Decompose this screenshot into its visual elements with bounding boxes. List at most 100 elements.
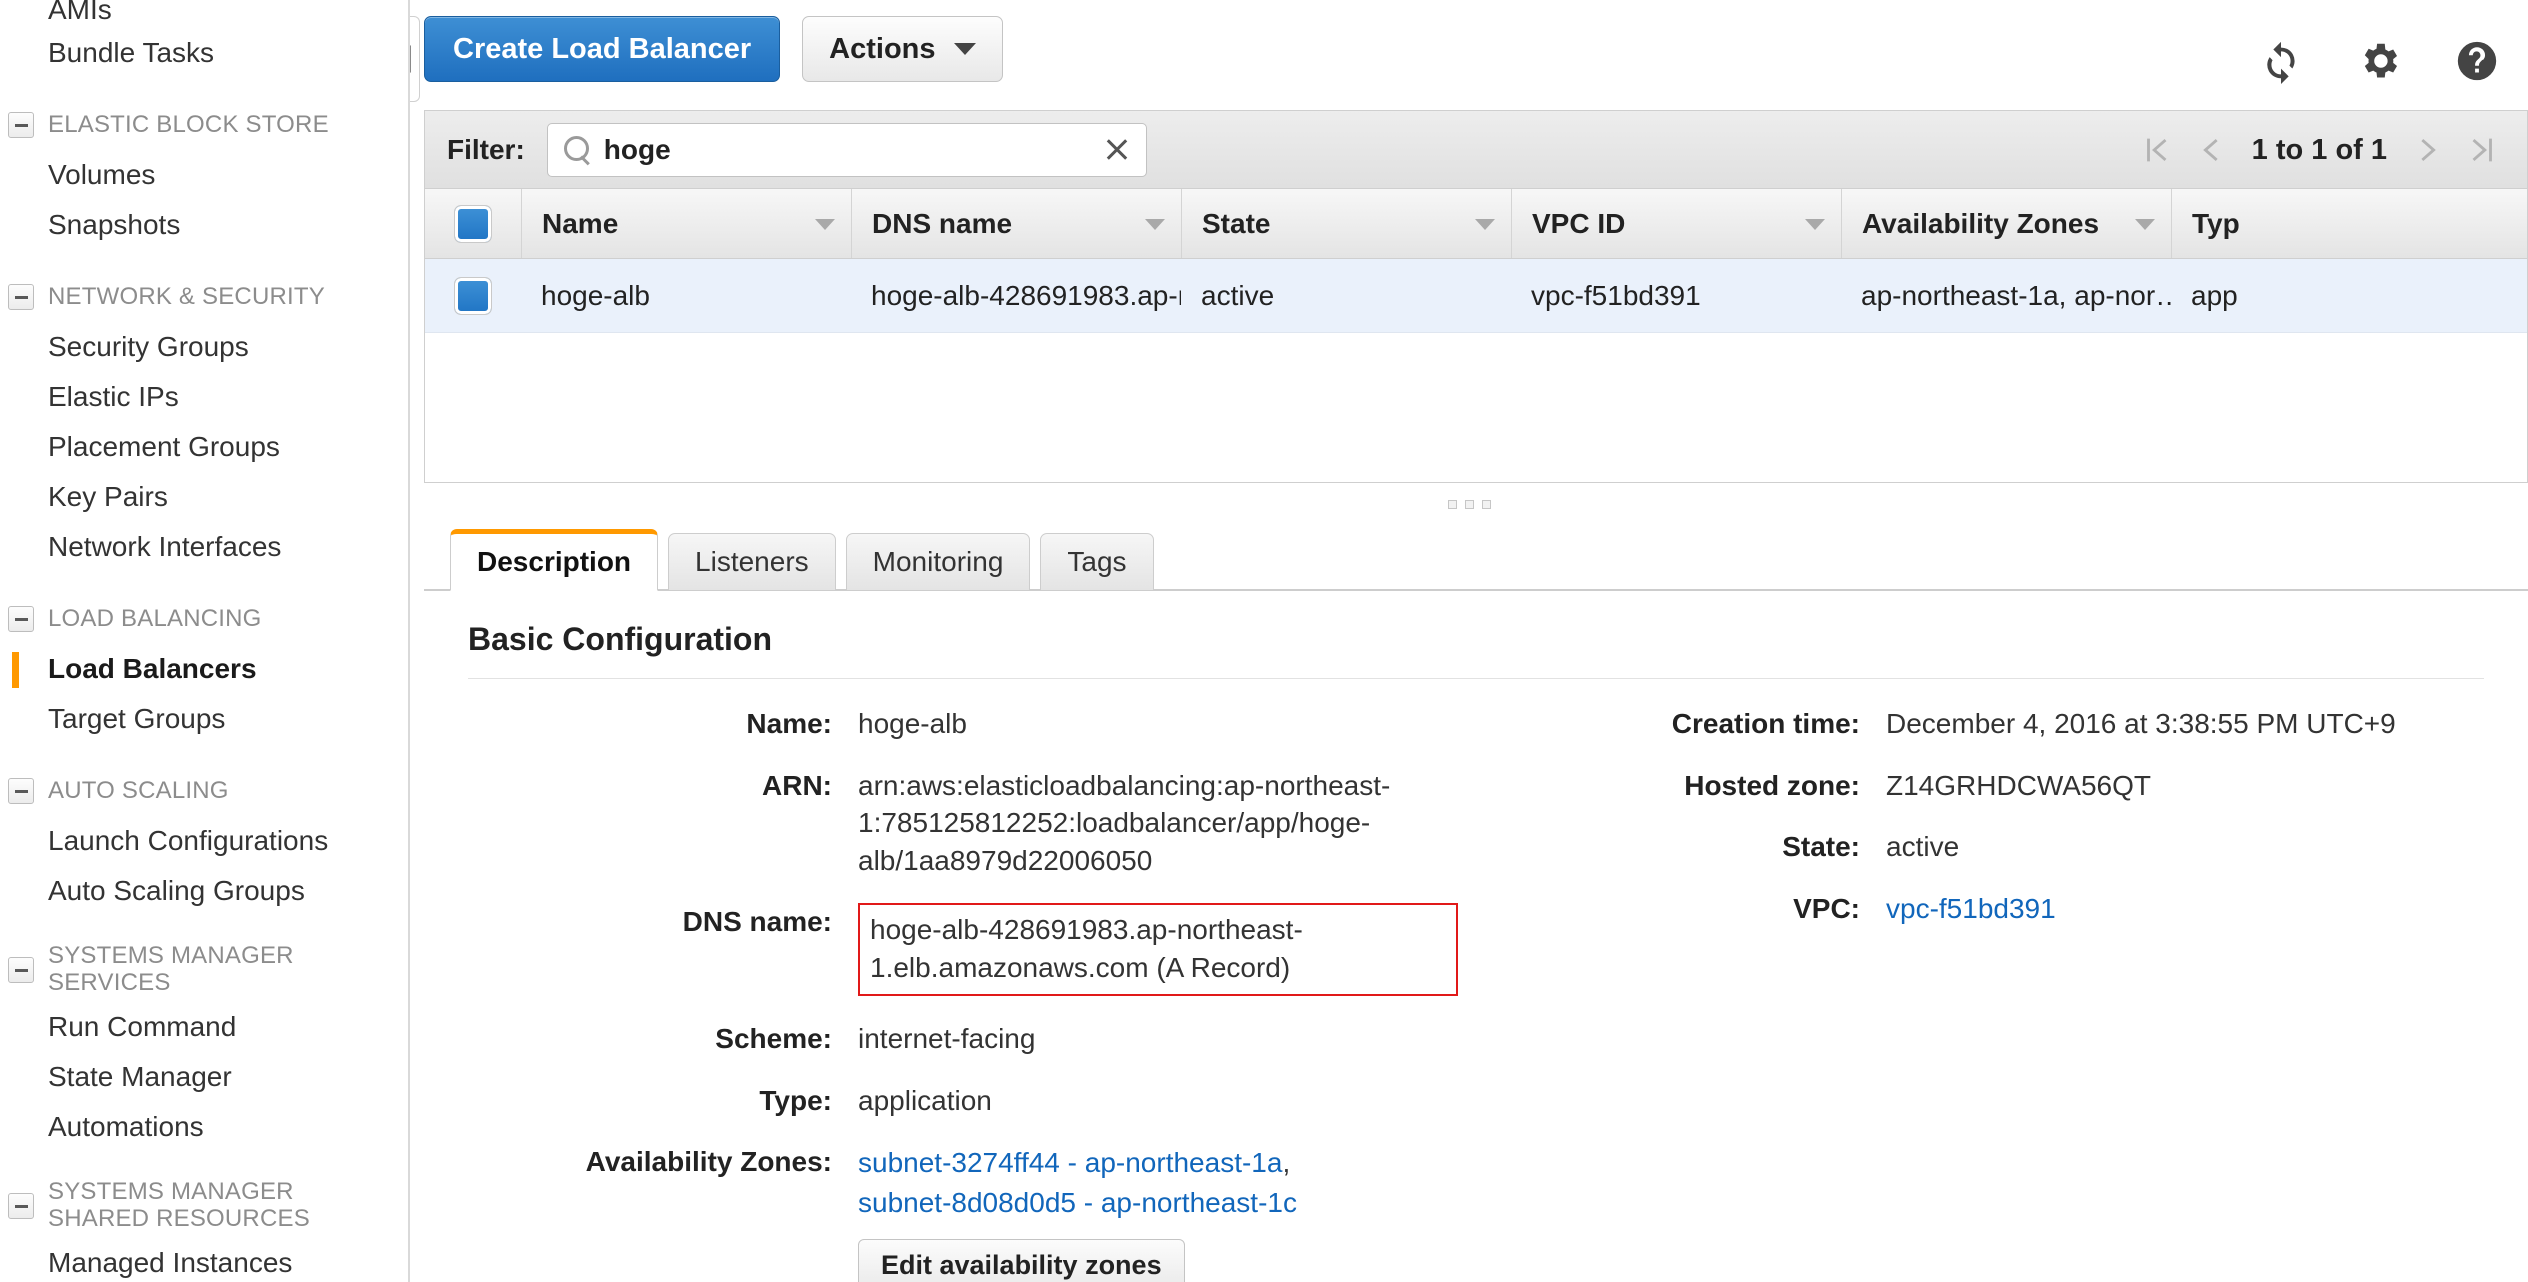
gear-icon[interactable]	[2356, 38, 2402, 84]
sidebar-item-load-balancers[interactable]: Load Balancers	[0, 644, 408, 694]
filter-bar: Filter: 1 to 1 of 1	[424, 110, 2528, 188]
sidebar-item-state-manager[interactable]: State Manager	[0, 1052, 408, 1102]
prev-page-button[interactable]	[2184, 123, 2238, 177]
sidebar-group-auto-scaling[interactable]: AUTO SCALING	[0, 766, 408, 816]
column-header-dns[interactable]: DNS name	[851, 189, 1181, 258]
refresh-icon[interactable]	[2258, 38, 2304, 84]
clear-search-icon[interactable]	[1100, 133, 1134, 167]
next-page-button[interactable]	[2401, 123, 2455, 177]
sidebar-item-security-groups[interactable]: Security Groups	[0, 322, 408, 372]
sidebar-item-label: State Manager	[48, 1061, 232, 1092]
sidebar-item-label: Automations	[48, 1111, 204, 1142]
vpc-label: VPC:	[1793, 892, 1860, 924]
sidebar-item-key-pairs[interactable]: Key Pairs	[0, 472, 408, 522]
filter-search-box[interactable]	[546, 122, 1147, 177]
sidebar-item-snapshots[interactable]: Snapshots	[0, 200, 408, 250]
sidebar-item-target-groups[interactable]: Target Groups	[0, 694, 408, 744]
name-value: hoge-alb	[858, 708, 967, 739]
sidebar-group-label: NETWORK & SECURITY	[48, 283, 325, 310]
column-header-az[interactable]: Availability Zones	[1841, 189, 2171, 258]
chevron-down-icon[interactable]	[2135, 218, 2155, 230]
cell-vpc: vpc-f51bd391	[1531, 279, 1701, 311]
sidebar-item-placement-groups[interactable]: Placement Groups	[0, 422, 408, 472]
sidebar-item-amis[interactable]: AMIs	[0, 0, 408, 28]
sidebar-group-systems-manager-shared-resources[interactable]: SYSTEMS MANAGER SHARED RESOURCES	[0, 1174, 408, 1238]
tab-description[interactable]: Description	[450, 529, 659, 591]
panel-splitter-handle[interactable]	[410, 483, 2528, 525]
chevron-down-icon[interactable]	[1145, 218, 1165, 230]
chevron-down-icon[interactable]	[815, 218, 835, 230]
column-header-name[interactable]: Name	[521, 189, 851, 258]
sidebar-group-systems-manager-services[interactable]: SYSTEMS MANAGER SERVICES	[0, 938, 408, 1002]
first-page-button[interactable]	[2130, 123, 2184, 177]
toolbar-icon-group	[2258, 38, 2500, 84]
sidebar-item-label: Volumes	[48, 159, 156, 190]
column-header-state[interactable]: State	[1181, 189, 1511, 258]
sidebar-item-automations[interactable]: Automations	[0, 1102, 408, 1152]
column-header-label: Name	[542, 207, 619, 239]
sidebar-item-network-interfaces[interactable]: Network Interfaces	[0, 522, 408, 572]
details-columns: Name: hoge-alb ARN: arn:aws:elasticloadb…	[468, 705, 2484, 1282]
chevron-down-icon[interactable]	[1475, 218, 1495, 230]
select-all-checkbox[interactable]	[425, 189, 521, 258]
last-page-button[interactable]	[2455, 123, 2509, 177]
checkbox-icon	[454, 276, 492, 315]
section-divider	[468, 678, 2484, 679]
sidebar-group-network-security[interactable]: NETWORK & SECURITY	[0, 272, 408, 322]
sidebar-item-auto-scaling-groups[interactable]: Auto Scaling Groups	[0, 866, 408, 916]
field-scheme: Scheme: internet-facing	[468, 1020, 1476, 1058]
table-header-row: Name DNS name State VPC ID Availability Zone…	[425, 189, 2527, 259]
sidebar-group-load-balancing[interactable]: LOAD BALANCING	[0, 594, 408, 644]
subnet-link-1[interactable]: subnet-3274ff44 - ap-northeast-1a	[858, 1147, 1282, 1178]
search-input[interactable]	[603, 133, 1100, 166]
cell-type: app	[2191, 279, 2238, 311]
arn-label: ARN:	[762, 769, 832, 801]
subnet-link-2[interactable]: subnet-8d08d0d5 - ap-northeast-1c	[858, 1187, 1297, 1218]
sidebar-item-managed-instances[interactable]: Managed Instances	[0, 1238, 408, 1282]
sidebar-group-elastic-block-store[interactable]: ELASTIC BLOCK STORE	[0, 100, 408, 150]
create-load-balancer-button[interactable]: Create Load Balancer	[424, 16, 781, 82]
pagination-controls: 1 to 1 of 1	[2130, 111, 2509, 189]
field-dns-name: DNS name: hoge-alb-428691983.ap-northeas…	[468, 903, 1476, 997]
tab-listeners[interactable]: Listeners	[668, 533, 836, 591]
sidebar-item-label: Placement Groups	[48, 431, 280, 462]
type-value: application	[858, 1084, 992, 1116]
sidebar-item-label: AMIs	[48, 0, 112, 25]
sidebar-group-label: ELASTIC BLOCK STORE	[48, 111, 329, 138]
column-header-label: State	[1202, 207, 1271, 239]
sidebar-item-elastic-ips[interactable]: Elastic IPs	[0, 372, 408, 422]
sidebar-item-label: Load Balancers	[48, 653, 257, 684]
tab-tags[interactable]: Tags	[1040, 533, 1154, 591]
sidebar-item-label: Target Groups	[48, 703, 226, 734]
actions-dropdown-button[interactable]: Actions	[802, 16, 1003, 82]
column-header-label: Availability Zones	[1862, 207, 2100, 239]
vpc-link[interactable]: vpc-f51bd391	[1886, 893, 2056, 924]
chevron-left-icon	[410, 45, 411, 73]
tab-label: Listeners	[695, 546, 809, 577]
field-arn: ARN: arn:aws:elasticloadbalancing:ap-nor…	[468, 767, 1476, 880]
sidebar-item-label: Bundle Tasks	[48, 37, 215, 68]
field-state: State: active	[1496, 828, 2484, 866]
sidebar-item-label: Auto Scaling Groups	[48, 875, 305, 906]
availability-zone-line-2: subnet-8d08d0d5 - ap-northeast-1c	[858, 1183, 1297, 1223]
row-checkbox[interactable]	[425, 259, 521, 332]
sidebar-item-launch-configurations[interactable]: Launch Configurations	[0, 816, 408, 866]
table-row[interactable]: hoge-alb hoge-alb-428691983.ap-nort… activ…	[425, 259, 2527, 333]
availability-zone-line-1: subnet-3274ff44 - ap-northeast-1a,	[858, 1143, 1297, 1183]
sidebar-item-bundle-tasks[interactable]: Bundle Tasks	[0, 28, 408, 78]
az-separator: ,	[1282, 1147, 1291, 1179]
question-circle-icon[interactable]	[2454, 38, 2500, 84]
availability-zones-value: subnet-3274ff44 - ap-northeast-1a, subne…	[858, 1143, 1297, 1282]
field-availability-zones: Availability Zones: subnet-3274ff44 - ap…	[468, 1143, 1476, 1282]
chevron-down-icon[interactable]	[1805, 218, 1825, 230]
column-header-vpc[interactable]: VPC ID	[1511, 189, 1841, 258]
column-header-type[interactable]: Typ	[2171, 189, 2321, 258]
sidebar-item-volumes[interactable]: Volumes	[0, 150, 408, 200]
edit-availability-zones-button[interactable]: Edit availability zones	[858, 1238, 1185, 1282]
chevron-down-icon	[953, 43, 976, 55]
sidebar-item-run-command[interactable]: Run Command	[0, 1002, 408, 1052]
sidebar-collapse-handle[interactable]	[410, 16, 420, 102]
sidebar-item-label: Run Command	[48, 1011, 237, 1042]
tab-monitoring[interactable]: Monitoring	[845, 533, 1031, 591]
table-body: hoge-alb hoge-alb-428691983.ap-nort… activ…	[425, 259, 2527, 333]
